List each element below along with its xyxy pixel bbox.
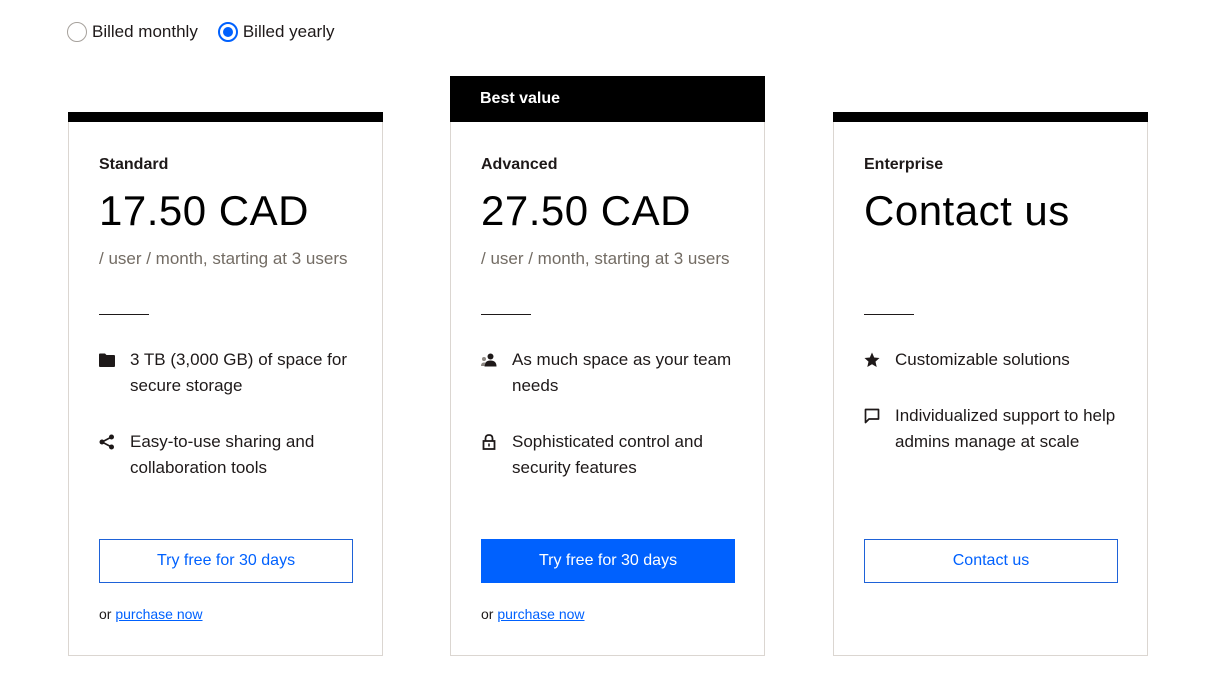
star-icon <box>864 352 880 368</box>
card-body: Standard 17.50 CAD / user / month, start… <box>99 156 354 511</box>
plan-price: 27.50 CAD <box>481 187 691 234</box>
feature-item: As much space as your team needs <box>481 347 736 399</box>
feature-item: Individualized support to help admins ma… <box>864 403 1119 455</box>
feature-text: Customizable solutions <box>895 350 1070 369</box>
plan-period: / user / month, starting at 3 users <box>481 249 730 268</box>
purchase-now-link[interactable]: purchase now <box>115 606 202 622</box>
billed-yearly-option[interactable]: Billed yearly <box>217 22 335 42</box>
feature-text: Easy-to-use sharing and collaboration to… <box>130 432 315 477</box>
best-value-label: Best value <box>480 90 561 107</box>
folder-icon <box>99 352 115 368</box>
best-value-banner: Best value <box>450 76 765 122</box>
plan-name: Enterprise <box>864 156 944 173</box>
plan-period <box>864 246 1119 298</box>
try-free-button[interactable]: Try free for 30 days <box>481 539 735 583</box>
team-icon <box>481 352 497 368</box>
billed-monthly-label: Billed monthly <box>92 22 198 41</box>
plan-price: Contact us <box>864 187 1070 234</box>
share-icon <box>99 434 115 450</box>
feature-list: 3 TB (3,000 GB) of space for secure stor… <box>99 347 354 481</box>
purchase-line: or purchase now <box>481 606 585 622</box>
purchase-prefix: or <box>99 606 112 622</box>
divider <box>99 314 149 315</box>
billed-yearly-radio[interactable] <box>217 22 238 42</box>
feature-list: Customizable solutions Individualized su… <box>864 347 1119 455</box>
billed-monthly-option[interactable]: Billed monthly <box>67 22 198 42</box>
card-body: Advanced 27.50 CAD / user / month, start… <box>481 156 736 511</box>
plan-card-enterprise: Enterprise Contact us Customizable solut… <box>833 112 1148 656</box>
purchase-now-link[interactable]: purchase now <box>497 606 584 622</box>
billed-yearly-label: Billed yearly <box>242 22 335 41</box>
contact-us-button[interactable]: Contact us <box>864 539 1118 583</box>
divider <box>481 314 531 315</box>
feature-text: 3 TB (3,000 GB) of space for secure stor… <box>130 350 348 395</box>
feature-list: As much space as your team needs Sophist… <box>481 347 736 481</box>
feature-text: Individualized support to help admins ma… <box>895 406 1116 451</box>
plan-name: Advanced <box>481 156 558 173</box>
billed-monthly-radio[interactable] <box>67 22 87 42</box>
purchase-line: or purchase now <box>99 606 203 622</box>
plan-price: 17.50 CAD <box>99 187 309 234</box>
plan-period: / user / month, starting at 3 users <box>99 249 348 268</box>
feature-item: 3 TB (3,000 GB) of space for secure stor… <box>99 347 354 399</box>
feature-item: Customizable solutions <box>864 347 1119 373</box>
plan-card-advanced: Best value Advanced 27.50 CAD / user / m… <box>450 76 765 656</box>
plan-name: Standard <box>99 156 169 173</box>
lock-icon <box>481 434 497 450</box>
feature-item: Sophisticated control and security featu… <box>481 429 736 481</box>
card-topbar <box>68 112 383 122</box>
plan-card-standard: Standard 17.50 CAD / user / month, start… <box>68 112 383 656</box>
feature-text: Sophisticated control and security featu… <box>512 432 703 477</box>
purchase-prefix: or <box>481 606 494 622</box>
billing-toggle: Billed monthly Billed yearly <box>67 22 354 42</box>
card-topbar <box>833 112 1148 122</box>
divider <box>864 314 914 315</box>
chat-icon <box>864 408 880 424</box>
feature-item: Easy-to-use sharing and collaboration to… <box>99 429 354 481</box>
card-body: Enterprise Contact us Customizable solut… <box>864 156 1119 485</box>
feature-text: As much space as your team needs <box>512 350 732 395</box>
try-free-button[interactable]: Try free for 30 days <box>99 539 353 583</box>
